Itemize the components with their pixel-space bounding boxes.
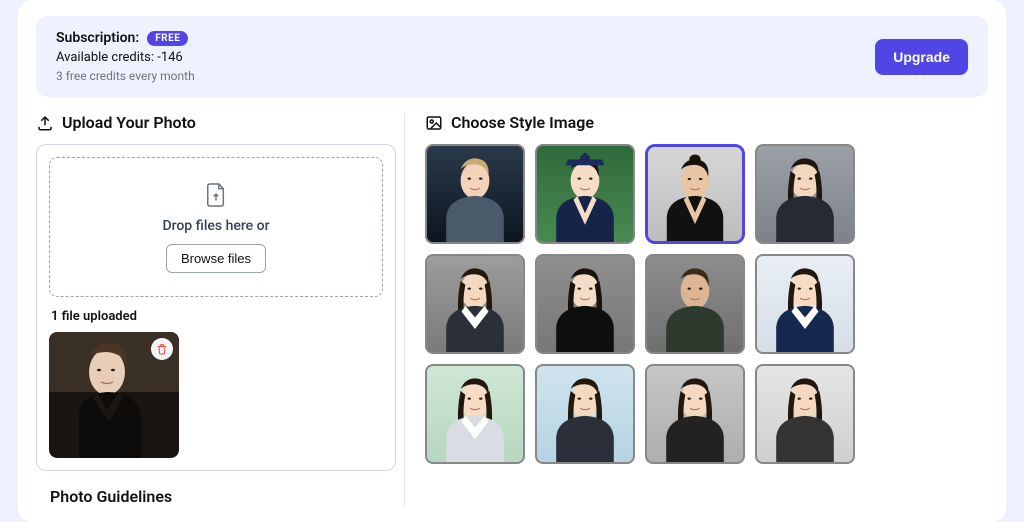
style-athletic[interactable] bbox=[645, 144, 745, 244]
drop-text: Drop files here or bbox=[162, 218, 269, 234]
upload-panel: Drop files here or Browse files 1 file u… bbox=[36, 144, 396, 471]
style-extra-1[interactable] bbox=[535, 364, 635, 464]
credits-line: Available credits: -146 bbox=[56, 50, 195, 65]
style-blazer-2[interactable] bbox=[425, 364, 525, 464]
browse-files-button[interactable]: Browse files bbox=[166, 244, 266, 273]
plan-badge: FREE bbox=[147, 31, 188, 46]
subscription-card: Subscription: FREE Available credits: -1… bbox=[36, 16, 988, 97]
image-icon bbox=[425, 114, 443, 132]
style-grid bbox=[425, 144, 988, 464]
style-armor[interactable] bbox=[425, 144, 525, 244]
upload-title-text: Upload Your Photo bbox=[62, 113, 196, 132]
style-extra-3[interactable] bbox=[755, 364, 855, 464]
style-black-top[interactable] bbox=[535, 254, 635, 354]
credits-refresh-note: 3 free credits every month bbox=[56, 69, 195, 83]
choose-style-title: Choose Style Image bbox=[425, 113, 988, 132]
dropzone[interactable]: Drop files here or Browse files bbox=[49, 157, 383, 297]
uploaded-count-label: 1 file uploaded bbox=[51, 309, 383, 324]
style-business-2[interactable] bbox=[425, 254, 525, 354]
style-extra-2[interactable] bbox=[645, 364, 745, 464]
style-graduation[interactable] bbox=[535, 144, 635, 244]
style-blazer-1[interactable] bbox=[755, 254, 855, 354]
upload-icon bbox=[36, 114, 54, 132]
file-upload-icon bbox=[205, 182, 227, 208]
trash-icon bbox=[156, 343, 168, 355]
uploaded-thumbnail bbox=[49, 332, 179, 458]
upload-title: Upload Your Photo bbox=[36, 113, 396, 132]
photo-guidelines-heading: Photo Guidelines bbox=[50, 487, 396, 506]
style-business-1[interactable] bbox=[755, 144, 855, 244]
delete-upload-button[interactable] bbox=[151, 338, 173, 360]
choose-style-title-text: Choose Style Image bbox=[451, 113, 594, 132]
subscription-label: Subscription: bbox=[56, 30, 139, 46]
style-military[interactable] bbox=[645, 254, 745, 354]
upgrade-button[interactable]: Upgrade bbox=[875, 39, 968, 75]
